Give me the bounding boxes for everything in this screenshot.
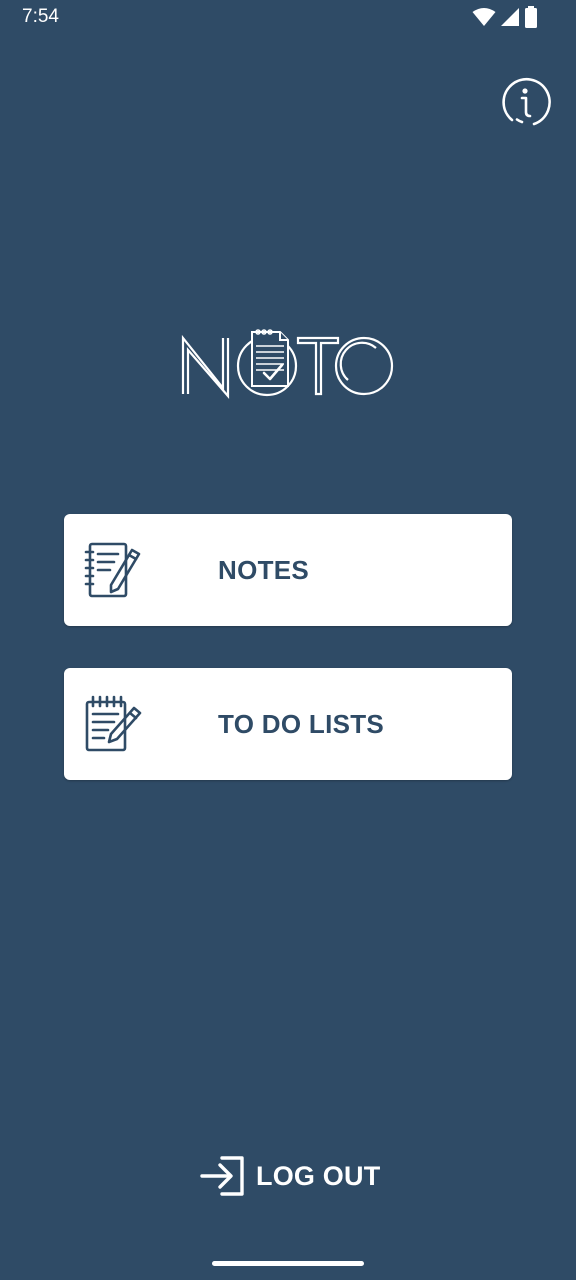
- notes-button[interactable]: NOTES: [64, 514, 512, 626]
- todo-lists-label: TO DO LISTS: [218, 709, 385, 739]
- info-button[interactable]: [498, 76, 552, 130]
- signal-icon: [501, 8, 519, 26]
- gesture-nav-handle[interactable]: [212, 1261, 364, 1266]
- todo-lists-button[interactable]: TO DO LISTS: [64, 668, 512, 780]
- wifi-icon: [472, 8, 496, 26]
- login-arrow-icon: [200, 1156, 244, 1196]
- status-bar: 7:54: [0, 0, 576, 34]
- logout-label: LOG OUT: [256, 1160, 381, 1191]
- notebook-pencil-icon: [84, 542, 141, 598]
- logout-button[interactable]: LOG OUT: [198, 1152, 380, 1200]
- status-icons: [472, 6, 538, 28]
- status-time: 7:54: [22, 6, 59, 27]
- app-logo: NOTO: [180, 324, 396, 400]
- info-icon: [502, 77, 551, 126]
- notes-label: NOTES: [218, 555, 310, 585]
- battery-icon: [525, 6, 537, 28]
- notepad-pencil-icon: [85, 695, 142, 752]
- logo-graphic: [181, 329, 394, 399]
